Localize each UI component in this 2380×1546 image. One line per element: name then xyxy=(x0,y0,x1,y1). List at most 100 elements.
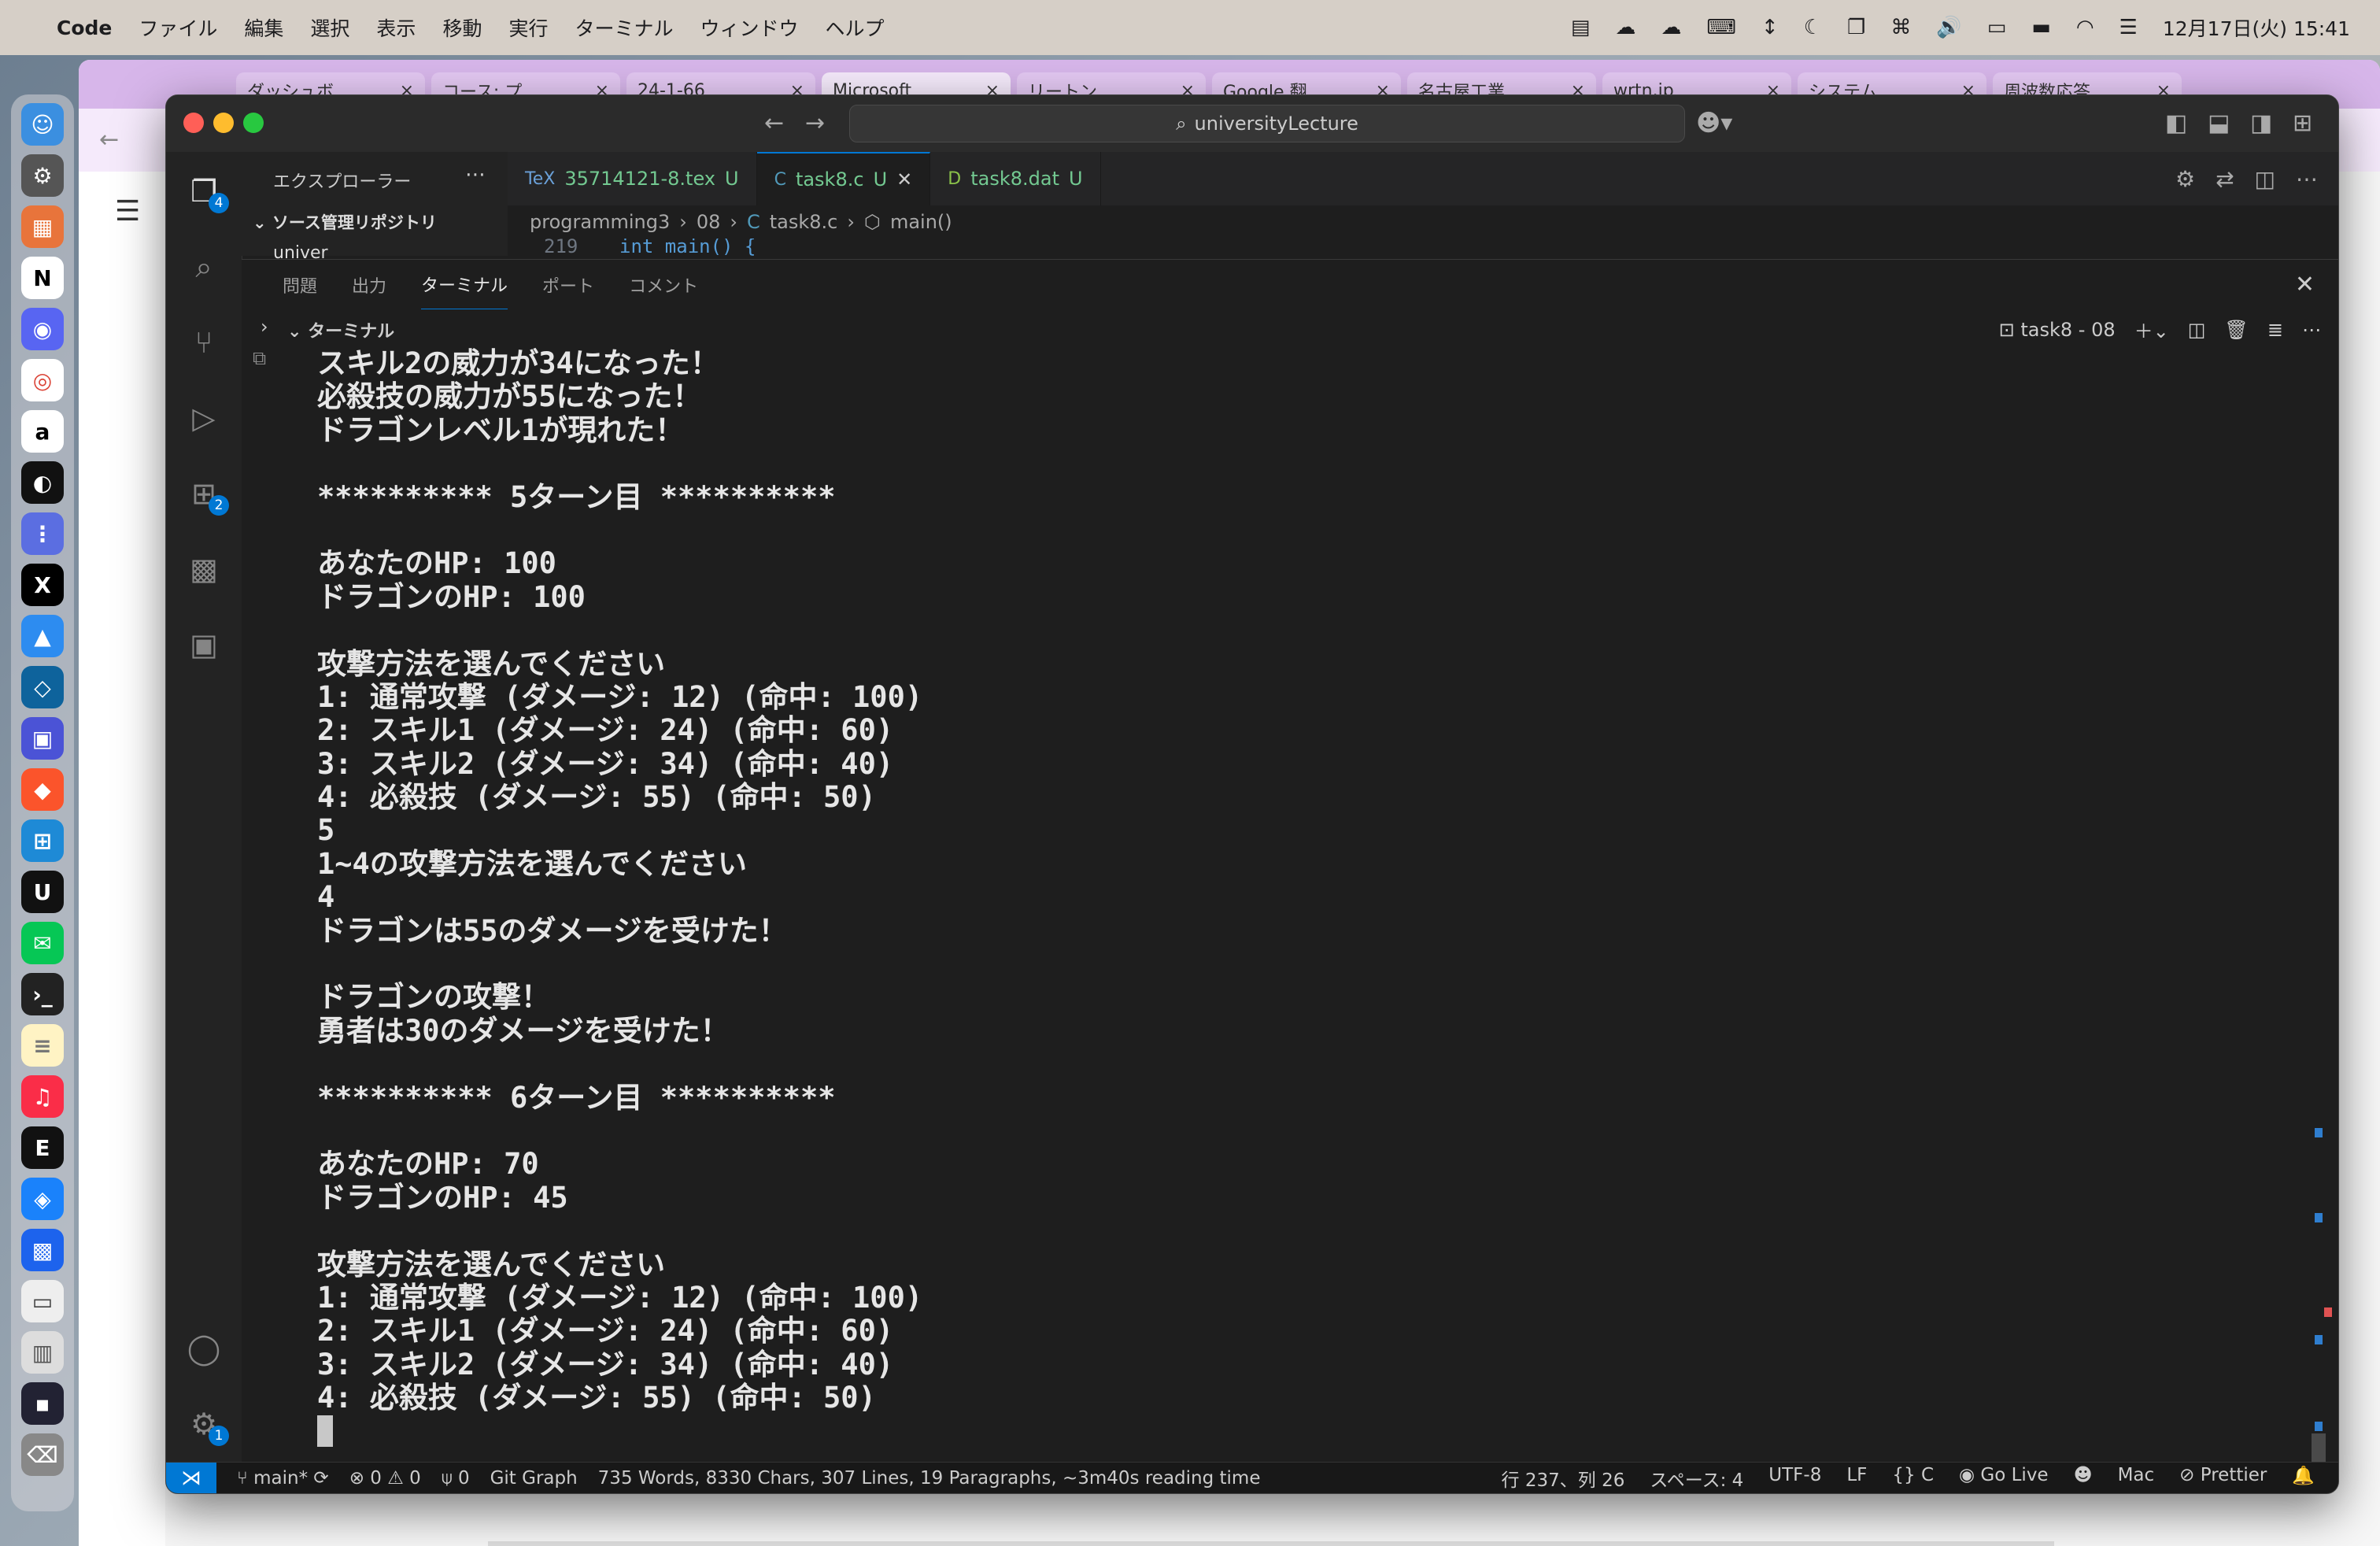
sidebar-more-icon[interactable]: ⋯ xyxy=(465,163,486,187)
nav-forward-icon[interactable]: → xyxy=(805,109,825,137)
toggle-secondary-sidebar-icon[interactable]: ◨ xyxy=(2250,109,2272,137)
menu-window[interactable]: ウィンドウ xyxy=(700,13,798,42)
copilot-icon[interactable]: ☻▾ xyxy=(1696,109,1732,137)
discord-icon[interactable]: ◉ xyxy=(21,308,64,350)
indentation[interactable]: スペース: 4 xyxy=(1650,1465,1743,1492)
platform[interactable]: Mac xyxy=(2118,1465,2155,1492)
terminal-scrollbar[interactable] xyxy=(2312,347,2332,1462)
word-count[interactable]: 735 Words, 8330 Chars, 307 Lines, 19 Par… xyxy=(598,1468,1261,1489)
chrome-icon[interactable]: ◎ xyxy=(21,359,64,401)
launchpad-icon[interactable]: ▦ xyxy=(21,205,64,248)
terminal-instance[interactable]: ⊡ task8 - 08 xyxy=(1999,319,2116,341)
screen-icon[interactable]: ▭ xyxy=(21,1280,64,1322)
tab-c-file[interactable]: C task8.c U ✕ xyxy=(756,152,931,205)
cloud-sync-icon[interactable]: ☁ xyxy=(1661,16,1681,39)
menu-terminal[interactable]: ターミナル xyxy=(575,13,673,42)
prettier-status[interactable]: ⊘ Prettier xyxy=(2179,1465,2267,1492)
vscode-icon[interactable]: ◇ xyxy=(21,666,64,708)
terminal-decoration-icon[interactable]: ⧉ xyxy=(253,347,266,369)
volume-icon[interactable]: 🔊 xyxy=(1936,16,1961,39)
end-of-line[interactable]: LF xyxy=(1846,1465,1867,1492)
terminal-app-icon[interactable]: ›_ xyxy=(21,973,64,1015)
terminal[interactable]: ⧉ スキル2の威力が34になった！ 必殺技の威力が55になった！ ドラゴンレベル1が… xyxy=(242,347,2338,1462)
breadcrumb-folder[interactable]: programming3 xyxy=(530,211,670,233)
language-mode[interactable]: {} C xyxy=(1892,1465,1934,1492)
unreal-icon[interactable]: U xyxy=(21,871,64,913)
command-icon[interactable]: ⌘ xyxy=(1890,16,1911,39)
menu-run[interactable]: 実行 xyxy=(508,13,548,42)
problems-counter[interactable]: ⊗ 0 ⚠ 0 xyxy=(349,1468,421,1489)
minimize-window-button[interactable] xyxy=(213,113,234,133)
notifications-bell-icon[interactable]: 🔔 xyxy=(2292,1465,2315,1492)
window-icon[interactable]: ❐ xyxy=(1847,16,1865,39)
app-dots-icon[interactable]: ⋮ xyxy=(21,512,64,555)
remote-indicator-icon[interactable]: ⋊ xyxy=(166,1463,216,1493)
search-view-icon[interactable]: ⌕ xyxy=(183,246,224,287)
split-terminal-icon[interactable]: ◫ xyxy=(2188,319,2206,341)
manage-gear-icon[interactable]: ⚙ 1 xyxy=(183,1404,229,1446)
ticktick-icon[interactable]: ▣ xyxy=(21,717,64,760)
github-icon[interactable]: ◐ xyxy=(21,461,64,504)
epic-games-icon[interactable]: E xyxy=(21,1126,64,1169)
docker-view-icon[interactable]: ▩ xyxy=(183,549,224,590)
customize-layout-icon[interactable]: ⊞ xyxy=(2293,109,2312,137)
editor-code-peek[interactable]: 219 int main() { xyxy=(508,239,2338,259)
compare-changes-icon[interactable]: ⇄ xyxy=(2216,166,2234,192)
menu-edit[interactable]: 編集 xyxy=(244,13,283,42)
breadcrumb-file[interactable]: task8.c xyxy=(770,211,838,233)
encoding[interactable]: UTF-8 xyxy=(1768,1465,1821,1492)
copilot-status-icon[interactable]: ☻ xyxy=(2074,1465,2093,1492)
terminal-more-icon[interactable]: ⋯ xyxy=(2302,319,2321,341)
new-terminal-icon[interactable]: ＋⌄ xyxy=(2134,316,2169,343)
breadcrumb-folder[interactable]: 08 xyxy=(697,211,721,233)
windows-app-icon[interactable]: ⊞ xyxy=(21,819,64,862)
source-control-icon[interactable]: ⑂ xyxy=(183,322,224,363)
finder-icon[interactable]: ☺ xyxy=(21,103,64,146)
tab-close-icon[interactable]: ✕ xyxy=(896,168,912,190)
docker-icon[interactable]: ▩ xyxy=(21,1229,64,1271)
more-actions-icon[interactable]: ⋯ xyxy=(2296,166,2318,192)
kill-terminal-icon[interactable]: 🗑 xyxy=(2224,319,2248,341)
tab-comments[interactable]: コメント xyxy=(629,260,698,310)
close-window-button[interactable] xyxy=(183,113,204,133)
extensions-icon[interactable]: ⊞ 2 xyxy=(183,473,229,516)
menu-file[interactable]: ファイル xyxy=(139,13,217,42)
sidebar-section-header[interactable]: ⌄ ソース管理リポジトリ xyxy=(253,210,437,234)
menu-help[interactable]: ヘルプ xyxy=(826,13,885,42)
x-icon[interactable]: X xyxy=(21,564,64,606)
keyboard-icon[interactable]: ⌨ xyxy=(1706,16,1736,39)
menu-datetime[interactable]: 12月17日(火) 15:41 xyxy=(2163,13,2350,42)
notion-icon[interactable]: N xyxy=(21,257,64,299)
hamburger-icon[interactable]: ☰ xyxy=(115,195,140,227)
menu-view[interactable]: 表示 xyxy=(376,13,416,42)
tab-terminal[interactable]: ターミナル xyxy=(421,260,508,310)
menu-go[interactable]: 移動 xyxy=(442,13,482,42)
run-debug-icon[interactable]: ▷ xyxy=(183,398,224,438)
wifi-icon[interactable]: ◠ xyxy=(2076,16,2094,39)
display-icon[interactable]: ▭ xyxy=(1987,16,2007,39)
preview-icon[interactable]: ▥ xyxy=(21,1331,64,1374)
music-icon[interactable]: ♫ xyxy=(21,1075,64,1118)
tab-problems[interactable]: 問題 xyxy=(283,260,317,310)
ports-counter[interactable]: ⍦ 0 xyxy=(442,1468,470,1489)
explorer-icon[interactable]: ❐ 4 xyxy=(183,171,229,213)
tab-tex-file[interactable]: TeX 35714121-8.tex U xyxy=(508,152,757,205)
cloud-icon[interactable]: ☁ xyxy=(1615,16,1635,39)
scrollbar-thumb[interactable] xyxy=(2312,1433,2326,1462)
nav-back-icon[interactable]: ← xyxy=(764,109,784,137)
toggle-sidebar-icon[interactable]: ◧ xyxy=(2165,109,2187,137)
window-thumbnail-icon[interactable]: ▪ xyxy=(21,1382,64,1425)
chevron-right-icon[interactable]: › xyxy=(261,316,268,338)
account-icon[interactable]: ◯ xyxy=(183,1328,224,1369)
moon-icon[interactable]: ☾ xyxy=(1804,16,1822,39)
cursor-position[interactable]: 行 237、列 26 xyxy=(1502,1465,1625,1492)
amazon-icon[interactable]: a xyxy=(21,410,64,453)
git-graph-button[interactable]: Git Graph xyxy=(490,1468,578,1489)
trash-icon[interactable]: ⌫ xyxy=(21,1433,64,1476)
browser-back-icon[interactable]: ← xyxy=(99,126,119,153)
git-branch[interactable]: ⑂ main* ⟳ xyxy=(237,1468,329,1489)
line-icon[interactable]: ✉ xyxy=(21,922,64,964)
command-center-search[interactable]: ⌕ universityLecture xyxy=(849,105,1685,142)
clipboard-icon[interactable]: ▤ xyxy=(1571,16,1591,39)
arrows-icon[interactable]: ↕ xyxy=(1761,16,1779,39)
